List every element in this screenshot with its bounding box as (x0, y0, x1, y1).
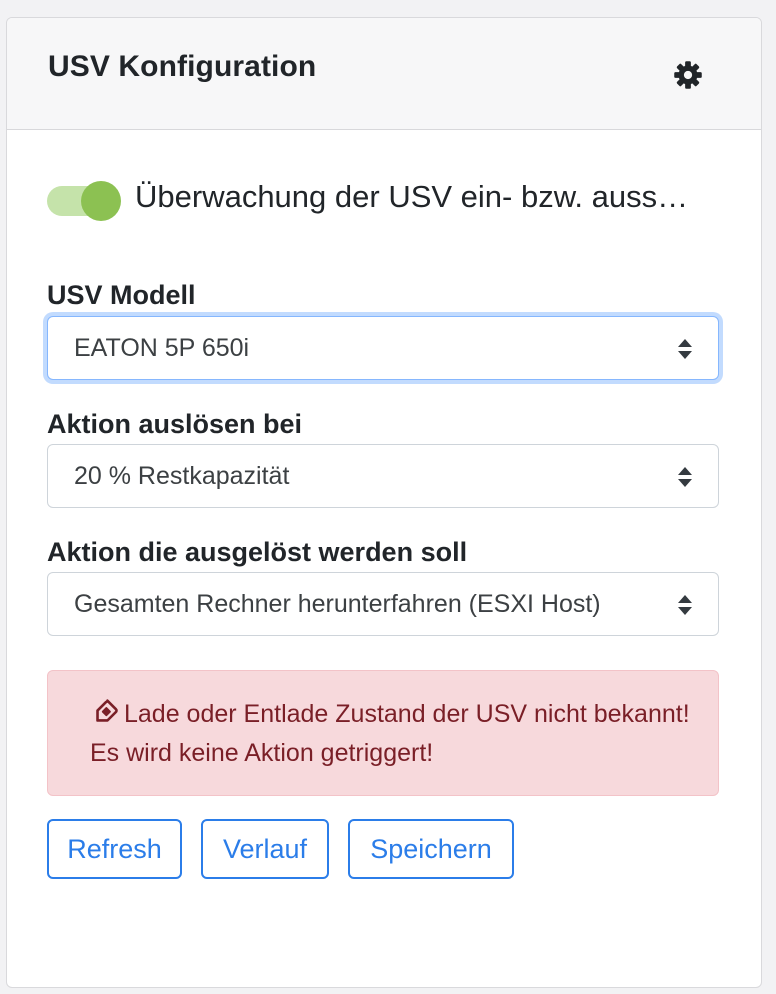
status-alert: Lade oder Entlade Zustand der USV nicht … (47, 670, 719, 796)
save-button[interactable]: Speichern (348, 819, 514, 879)
monitoring-toggle-label: Überwachung der USV ein- bzw. auss… (135, 179, 689, 214)
monitoring-toggle[interactable] (47, 181, 121, 221)
toggle-knob (81, 181, 121, 221)
trigger-label: Aktion auslösen bei (47, 409, 303, 439)
model-select[interactable]: EATON 5P 650i (47, 316, 719, 380)
history-button[interactable]: Verlauf (201, 819, 329, 879)
tag-icon (96, 699, 118, 722)
card-title: USV Konfiguration (48, 50, 317, 83)
trigger-select-value: 20 % Restkapazität (74, 462, 290, 490)
monitoring-toggle-row: Überwachung der USV ein- bzw. auss… (47, 174, 727, 222)
refresh-button[interactable]: Refresh (47, 819, 182, 879)
ups-config-card: USV Konfiguration Überwachung der USV ei… (6, 17, 762, 988)
gear-icon[interactable] (673, 60, 703, 90)
model-select-value: EATON 5P 650i (74, 334, 250, 362)
select-arrows-icon (678, 467, 692, 487)
model-label: USV Modell (47, 280, 196, 310)
alert-text: Lade oder Entlade Zustand der USV nicht … (90, 695, 690, 773)
card-header: USV Konfiguration (7, 18, 761, 130)
select-arrows-icon (678, 595, 692, 615)
action-label: Aktion die ausgelöst werden soll (47, 537, 468, 567)
trigger-select[interactable]: 20 % Restkapazität (47, 444, 719, 508)
alert-message: Lade oder Entlade Zustand der USV nicht … (90, 700, 690, 767)
action-select-value: Gesamten Rechner herunterfahren (ESXI Ho… (74, 590, 601, 618)
select-arrows-icon (678, 339, 692, 359)
action-select[interactable]: Gesamten Rechner herunterfahren (ESXI Ho… (47, 572, 719, 636)
